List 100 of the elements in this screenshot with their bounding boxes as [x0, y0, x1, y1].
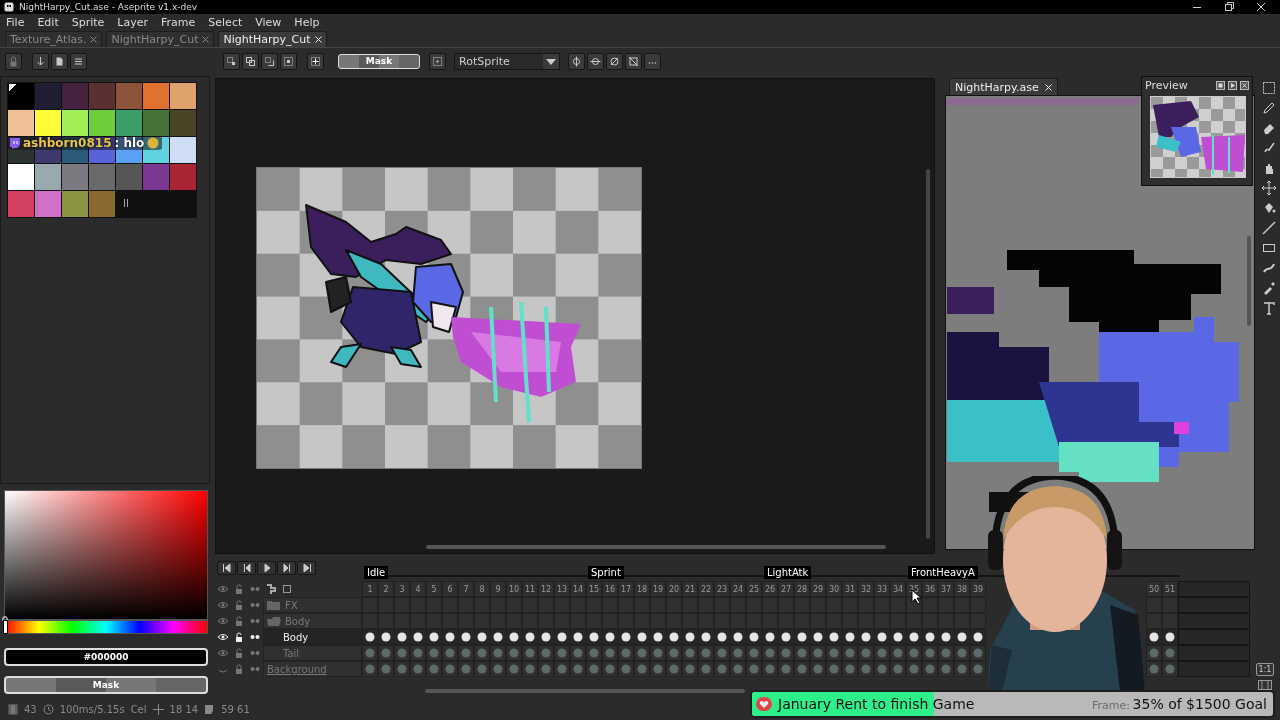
pencil-icon[interactable]: [1260, 100, 1277, 116]
frame-number[interactable]: 21: [682, 581, 698, 597]
color-swatch[interactable]: [116, 164, 142, 190]
frame-number[interactable]: 17: [618, 581, 634, 597]
zoom-reset-button[interactable]: 1:1: [1255, 663, 1275, 676]
hex-color-field[interactable]: #000000: [4, 648, 208, 666]
square-icon[interactable]: [281, 583, 293, 595]
layer-name[interactable]: FX: [263, 597, 362, 613]
menu-item[interactable]: View: [255, 15, 282, 29]
line-icon[interactable]: [1260, 220, 1277, 236]
color-swatch[interactable]: [8, 164, 34, 190]
color-swatch[interactable]: [8, 83, 34, 109]
frame-number[interactable]: 10: [506, 581, 522, 597]
frame-number[interactable]: 1: [362, 581, 378, 597]
frame-number[interactable]: 15: [586, 581, 602, 597]
color-swatch[interactable]: [89, 83, 115, 109]
color-swatch[interactable]: [170, 83, 196, 109]
menu-item[interactable]: Layer: [117, 15, 149, 29]
frame-number[interactable]: 32: [858, 581, 874, 597]
timeline-cell[interactable]: [1162, 597, 1178, 613]
frame-number[interactable]: 3: [394, 581, 410, 597]
frame-number[interactable]: 4: [410, 581, 426, 597]
frame-number[interactable]: 37: [938, 581, 954, 597]
menu-item[interactable]: Sprite: [71, 15, 105, 29]
color-swatch[interactable]: [170, 137, 196, 163]
document-tab[interactable]: NightHarpy_Cut: [106, 31, 215, 47]
frame-number[interactable]: 13: [554, 581, 570, 597]
color-swatch[interactable]: [89, 110, 115, 136]
play-icon[interactable]: [1228, 80, 1237, 90]
frame-number[interactable]: 34: [890, 581, 906, 597]
frame-number[interactable]: 25: [746, 581, 762, 597]
frame-number[interactable]: 51: [1162, 581, 1178, 597]
close-icon[interactable]: [1240, 80, 1249, 90]
menu-item[interactable]: Frame: [161, 15, 196, 29]
frame-number[interactable]: 50: [1146, 581, 1162, 597]
menu-item[interactable]: Edit: [37, 15, 59, 29]
color-swatch[interactable]: [116, 137, 142, 163]
close-icon[interactable]: [1256, 2, 1266, 12]
frame-number[interactable]: 22: [698, 581, 714, 597]
frame-number[interactable]: 12: [538, 581, 554, 597]
frame-number[interactable]: 5: [426, 581, 442, 597]
frame-number[interactable]: 23: [714, 581, 730, 597]
frame-number[interactable]: 20: [666, 581, 682, 597]
color-swatch[interactable]: [116, 83, 142, 109]
frame-number[interactable]: 39: [970, 581, 986, 597]
film-strip-icon[interactable]: [1258, 680, 1272, 690]
tag-label[interactable]: Idle: [364, 566, 389, 579]
color-swatch[interactable]: [143, 110, 169, 136]
document-tab[interactable]: NightHarpy_Cut: [218, 31, 327, 47]
rotation-dropdown[interactable]: RotSprite: [454, 52, 560, 70]
color-swatch[interactable]: [143, 83, 169, 109]
frame-number[interactable]: 31: [842, 581, 858, 597]
layer-name[interactable]: Background: [263, 661, 362, 677]
color-gradient-picker[interactable]: [4, 490, 208, 620]
locked-icon[interactable]: [233, 663, 245, 675]
color-swatch[interactable]: [170, 164, 196, 190]
color-swatch[interactable]: [62, 83, 88, 109]
frame-number[interactable]: 29: [810, 581, 826, 597]
timeline-cell[interactable]: [1162, 613, 1178, 629]
hue-thumb[interactable]: [3, 620, 8, 634]
mask-color-field[interactable]: Mask: [4, 676, 208, 694]
color-swatch[interactable]: [62, 110, 88, 136]
color-swatch[interactable]: [89, 191, 115, 217]
frame-number[interactable]: 26: [762, 581, 778, 597]
restore-icon[interactable]: [1224, 2, 1234, 12]
frame-number[interactable]: 8: [474, 581, 490, 597]
frame-number[interactable]: 16: [602, 581, 618, 597]
frame-number[interactable]: 2: [378, 581, 394, 597]
frame-number[interactable]: 11: [522, 581, 538, 597]
color-swatch[interactable]: [116, 110, 142, 136]
mask-button[interactable]: Mask: [338, 53, 420, 69]
color-swatch[interactable]: [8, 191, 34, 217]
vertical-scrollbar[interactable]: [926, 169, 930, 539]
menu-item[interactable]: File: [6, 15, 25, 29]
frame-number[interactable]: 36: [922, 581, 938, 597]
color-swatch[interactable]: [35, 191, 61, 217]
color-swatch[interactable]: [170, 110, 196, 136]
color-swatch[interactable]: [89, 164, 115, 190]
color-swatch[interactable]: [35, 164, 61, 190]
fullscreen-icon[interactable]: [1216, 80, 1225, 90]
frame-number[interactable]: 28: [794, 581, 810, 597]
hue-slider[interactable]: [4, 620, 208, 634]
horizontal-scrollbar[interactable]: [426, 545, 886, 549]
lock-icon[interactable]: [233, 583, 245, 595]
frame-number[interactable]: 7: [458, 581, 474, 597]
tag-label[interactable]: FrontHeavyA: [908, 566, 978, 579]
menu-item[interactable]: Select: [208, 15, 243, 29]
unlocked-icon[interactable]: [233, 631, 245, 643]
layer-name[interactable]: Body: [263, 613, 362, 629]
color-swatch[interactable]: [62, 164, 88, 190]
frame-number[interactable]: 9: [490, 581, 506, 597]
color-swatch[interactable]: [143, 164, 169, 190]
editor-tab[interactable]: NightHarpy.ase: [949, 78, 1058, 95]
menu-item[interactable]: Help: [294, 15, 320, 29]
frame-number[interactable]: 24: [730, 581, 746, 597]
frame-number[interactable]: 19: [650, 581, 666, 597]
color-swatch[interactable]: [62, 191, 88, 217]
layer-name[interactable]: Tail: [263, 645, 362, 661]
tag-label[interactable]: LightAtk: [764, 566, 812, 579]
frame-number[interactable]: 38: [954, 581, 970, 597]
